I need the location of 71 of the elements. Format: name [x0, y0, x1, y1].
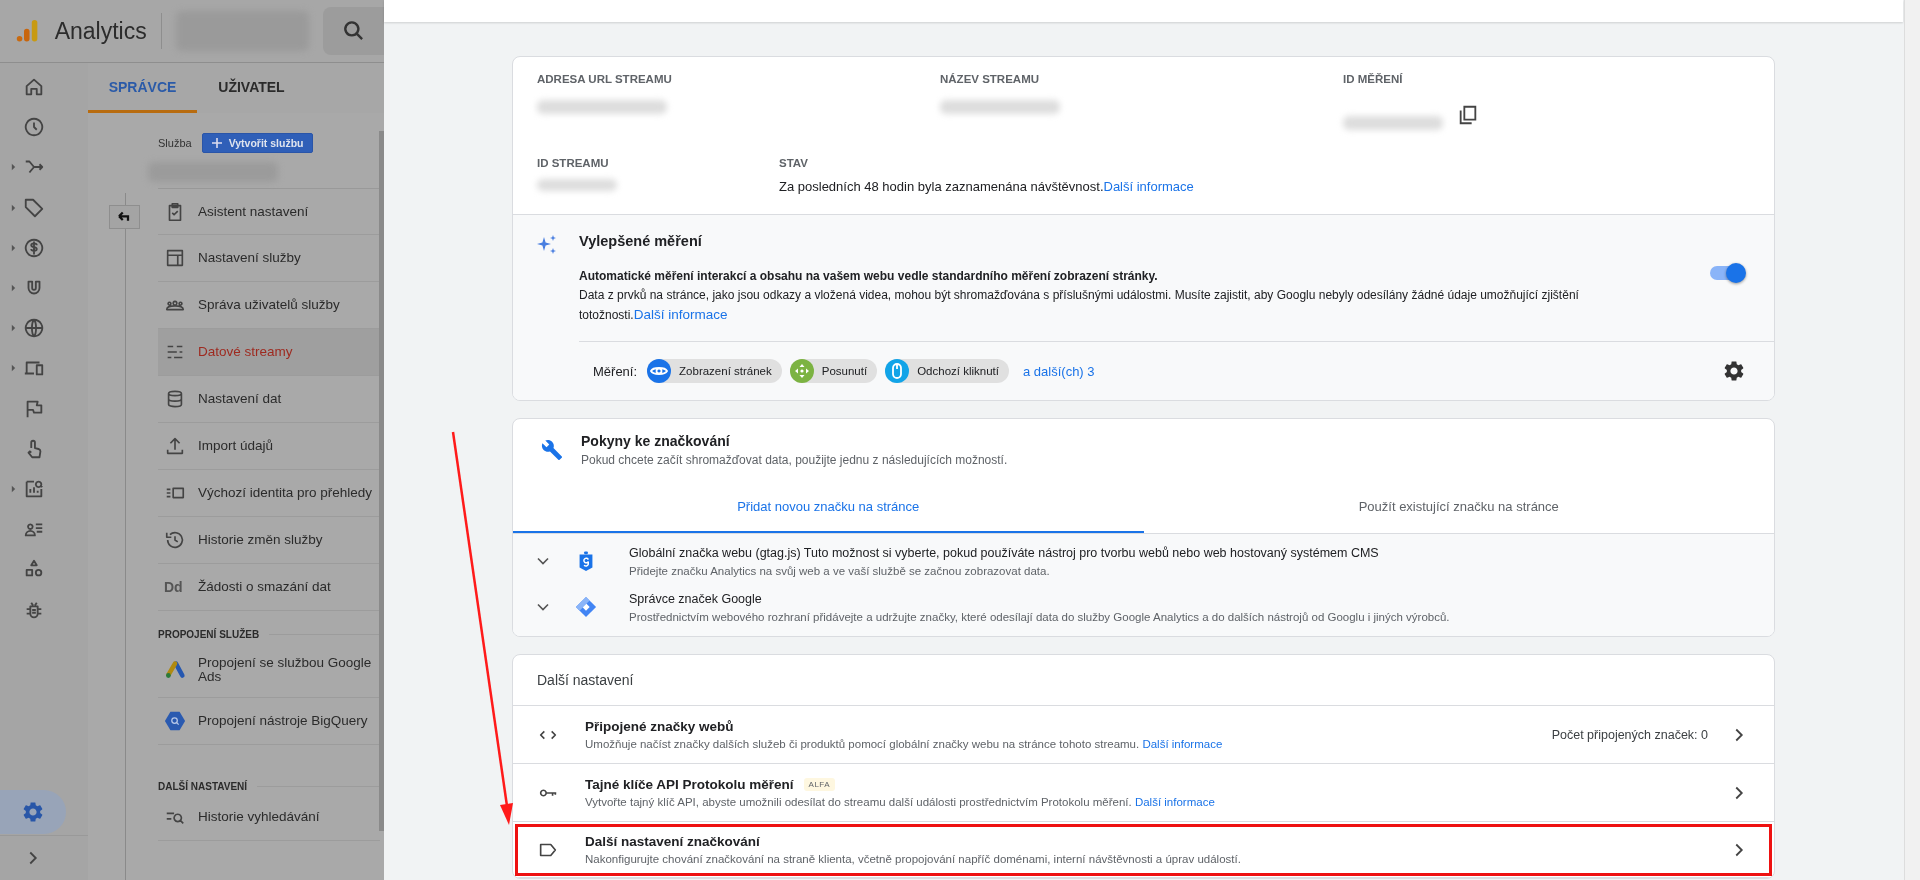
- field-label: ID STREAMU: [537, 157, 610, 169]
- option-title: Globální značka webu (gtag.js) Tuto možnost si vyberte, pokud používáte nástroj pro tvorbu webů nebo web hostovaný systémem CMS: [629, 545, 1379, 560]
- expand-arrow-icon[interactable]: [11, 364, 16, 373]
- description-lead: Automatické měření interakcí a obsahu na vašem webu vedle standardního měření zobrazení stránky.: [579, 268, 1159, 285]
- scrollbar[interactable]: [379, 131, 384, 831]
- measurement-chip: Posunutí: [789, 359, 878, 383]
- field-label: STAV: [779, 157, 809, 169]
- row-title: Další nastavení značkování: [585, 834, 760, 849]
- expand-arrow-icon[interactable]: [11, 163, 16, 172]
- admin-tab[interactable]: UŽIVATEL: [197, 63, 306, 113]
- upload-icon: [164, 435, 186, 457]
- alpha-badge: ALFA: [803, 778, 836, 791]
- settings-row[interactable]: Tajné klíče API Protokolu měření ALFA Vytvořte tajný klíč API, abyste umožnili odesílat do streamu další události prostřednictvím Protokolu měření. Další informace: [513, 764, 1774, 822]
- row-title: Tajné klíče API Protokolu měření: [585, 777, 794, 792]
- tab[interactable]: Použít existující značku na stránce: [1143, 481, 1774, 533]
- learn-more-link[interactable]: Další informace: [633, 307, 728, 322]
- tag-icon: [23, 196, 45, 219]
- learn-more-link[interactable]: Další informace: [1103, 179, 1194, 194]
- history-icon: [164, 529, 186, 551]
- section-heading: DALŠÍ NASTAVENÍ: [158, 781, 248, 792]
- field-label: ID MĚŘENÍ: [1343, 73, 1404, 85]
- expand-arrow-icon[interactable]: [11, 243, 16, 252]
- section-heading: PROPOJENÍ SLUŽEB: [158, 629, 260, 640]
- section-title: Vylepšené měření: [579, 233, 703, 249]
- copy-button[interactable]: [1457, 104, 1479, 126]
- ads-logo-icon: [164, 658, 186, 681]
- measurement-chip: Zobrazení stránek: [647, 359, 782, 383]
- section-title: Další nastavení: [537, 672, 634, 688]
- option-description: Přidejte značku Analytics na svůj web a ve vaší službě se začnou zobrazovat data.: [629, 564, 1051, 577]
- search-button[interactable]: [323, 7, 384, 55]
- dd-icon: Dd: [164, 579, 186, 595]
- settings-row[interactable]: Připojené značky webů Umožňuje načíst značky dalších služeb či produktů pomocí globální značky webu na stránce tohoto streamu. Další informace Počet připojených značek: 0: [513, 706, 1774, 764]
- settings-icon: [21, 800, 45, 824]
- settings-row[interactable]: Další nastavení značkování Nakonfigurujte chování značkování na straně klienta, včetně propojování napříč doménami, interní návštěvnosti a úprav událostí.: [513, 822, 1774, 878]
- diamond-icon: [575, 596, 597, 618]
- row-description: Nakonfigurujte chování značkování na straně klienta, včetně propojování napříč doménami, interní návštěvnosti a úprav událostí.: [585, 853, 1241, 865]
- row-description: Umožňuje načíst značky dalších služeb či produktů pomocí globální značky webu na stránce tohoto streamu.: [585, 738, 1140, 750]
- field-label: ADRESA URL STREAMU: [537, 73, 673, 85]
- globe-icon: [23, 317, 45, 340]
- status-text: Za posledních 48 hodin byla zaznamenána návštěvnost.: [779, 179, 1104, 194]
- measurement-chip: Odchozí kliknutí: [885, 359, 1009, 383]
- layout-icon: [164, 247, 186, 269]
- section-subtitle: Pokud chcete začít shromažďovat data, použijte jednu z následujících možností.: [581, 453, 1008, 467]
- option-title: Správce značek Google: [629, 591, 763, 606]
- expand-arrow-icon[interactable]: [11, 203, 16, 212]
- expand-arrow-icon[interactable]: [11, 324, 16, 333]
- settings-icon: [1722, 359, 1746, 383]
- row-description: Vytvořte tajný klíč API, abyste umožnili odesílat do streamu další události prostřednictvím Protokolu měření.: [585, 796, 1132, 808]
- dollar-icon: [23, 236, 45, 259]
- description-text: Data z prvků na stránce, jako jsou odkazy a vložená videa, mohou být shromažďována s příslušnými událostmi. Musíte zajistit, aby Googlu nebyly odesílány žádné údaje umožňující zjištění totožnosti.Další informace: [579, 287, 1580, 324]
- expand-arrow-icon[interactable]: [11, 284, 16, 293]
- create-property-button[interactable]: Vytvořit službu: [201, 133, 313, 153]
- back-button[interactable]: [109, 205, 140, 229]
- section-title: Pokyny ke značkování: [581, 433, 731, 449]
- learn-more-link[interactable]: Další informace: [1142, 738, 1223, 750]
- field-label: NÁZEV STREAMU: [940, 73, 1041, 85]
- tag-count: Počet připojených značek: 0: [1551, 727, 1708, 742]
- app-name: Analytics: [54, 17, 147, 45]
- expand-arrow-icon[interactable]: [11, 484, 16, 493]
- hexagon-search-icon: [164, 710, 186, 732]
- wrench-icon: [541, 439, 563, 461]
- copy-icon: [1457, 104, 1479, 126]
- settings-button[interactable]: [1722, 359, 1746, 383]
- more-link[interactable]: a další(ch) 3: [1023, 363, 1095, 379]
- plus-icon: [210, 137, 223, 149]
- learn-more-link[interactable]: Další informace: [1134, 796, 1215, 808]
- row-title: Připojené značky webů: [585, 719, 734, 734]
- property-label: Služba: [158, 137, 192, 149]
- clock-icon: [23, 116, 45, 139]
- measurement-label: Měření:: [593, 363, 638, 379]
- option-description: Prostřednictvím webového rozhraní přidávejte a udržujte značky, které odesílají data do služby Google Analytics a do dalších nástrojů od Googlu i jiných výrobců.: [629, 610, 1450, 623]
